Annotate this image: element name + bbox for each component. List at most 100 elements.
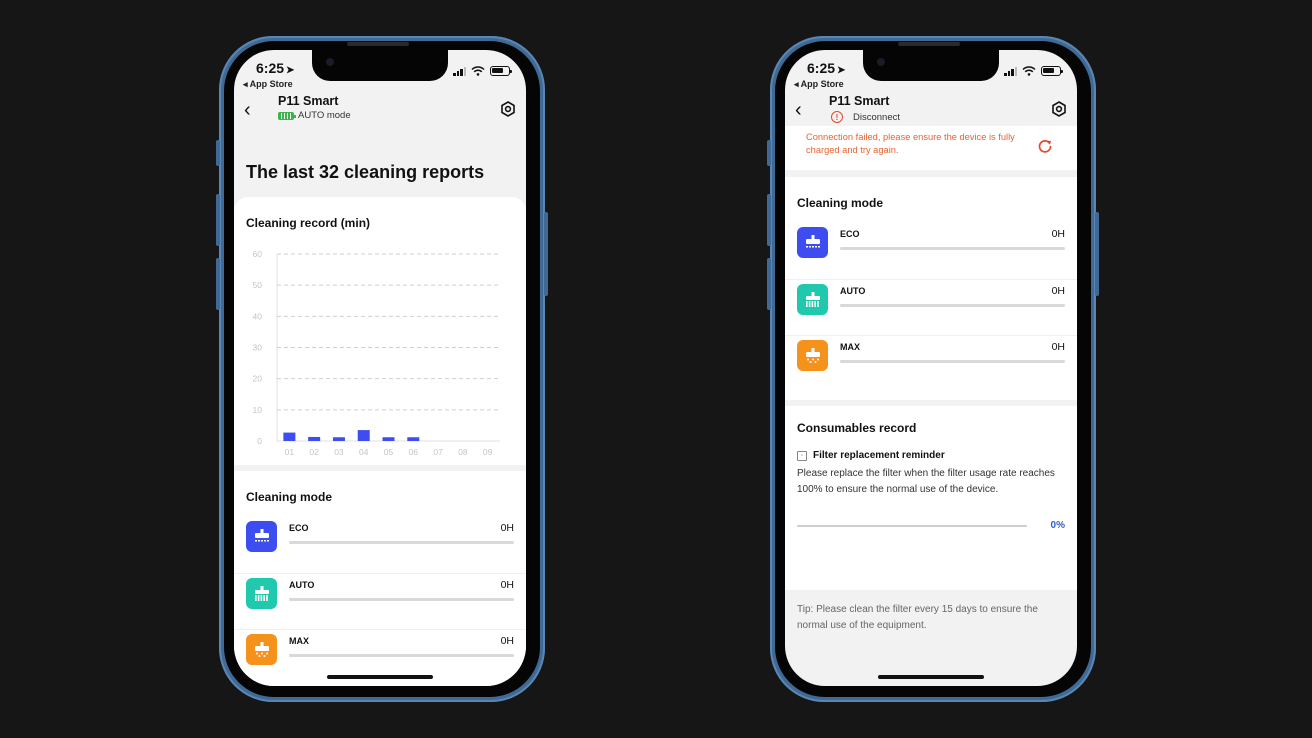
filter-icon: ▫ (797, 450, 807, 461)
device-status: ! Disconnect (831, 111, 900, 123)
eco-brush-icon (246, 521, 277, 552)
system-icons (1004, 66, 1063, 76)
nav-bar: ‹ P11 Smart AUTO mode (234, 94, 526, 128)
mode-progress-bar (840, 360, 1065, 363)
side-button-silent (767, 140, 771, 166)
x-tick-label: 06 (409, 447, 419, 457)
right-phone: 6:25 ➤ ◂ App Store ‹ P11 Smart ! Disconne… (767, 36, 1099, 702)
system-icons (453, 66, 512, 76)
status-time: 6:25 ➤ (256, 60, 294, 76)
back-to-app-store[interactable]: ◂ App Store (794, 79, 844, 90)
device-title: P11 Smart (829, 94, 890, 108)
max-brush-icon (797, 340, 828, 371)
x-tick-label: 03 (334, 447, 344, 457)
mode-row-auto[interactable]: AUTO 0H (785, 279, 1077, 335)
cleaning-mode-card: Cleaning mode ECO 0H AUTO 0H MAX 0H (234, 471, 526, 686)
y-tick-label: 0 (257, 436, 262, 446)
device-mode-text: AUTO mode (298, 110, 351, 121)
mode-name: ECO (289, 523, 309, 533)
mode-progress-bar (289, 654, 514, 657)
signal-icon (453, 66, 466, 76)
speaker (347, 42, 409, 46)
back-chevron-icon[interactable]: ‹ (244, 100, 260, 120)
mode-row-max[interactable]: MAX 0H (785, 335, 1077, 391)
mode-name: AUTO (289, 580, 315, 590)
left-phone: 6:25 ➤ ◂ App Store ‹ P11 Smart AUTO mode … (216, 36, 548, 702)
mode-value: 0H (500, 522, 514, 534)
bar-05 (382, 437, 395, 441)
side-button-volume-down (216, 258, 220, 310)
mode-row-eco[interactable]: ECO 0H (234, 517, 526, 573)
mode-name: MAX (289, 636, 309, 646)
back-chevron-icon[interactable]: ‹ (795, 100, 811, 120)
side-button-volume-up (216, 194, 220, 246)
y-tick-label: 20 (253, 374, 263, 384)
home-indicator[interactable] (878, 675, 984, 679)
wifi-icon (471, 66, 485, 76)
left-screen: 6:25 ➤ ◂ App Store ‹ P11 Smart AUTO mode … (234, 50, 526, 686)
device-status-text: Disconnect (853, 111, 900, 123)
bar-06 (407, 437, 420, 441)
camera (877, 58, 885, 66)
connection-alert: Connection failed, please ensure the dev… (785, 126, 1077, 170)
y-tick-label: 50 (253, 280, 263, 290)
side-button-volume-up (767, 194, 771, 246)
cleaning-mode-title: Cleaning mode (797, 196, 884, 210)
battery-icon (490, 66, 512, 76)
time-text: 6:25 (807, 60, 836, 76)
mode-value: 0H (1051, 228, 1065, 240)
warning-icon: ! (831, 111, 843, 123)
camera (326, 58, 334, 66)
battery-icon (1041, 66, 1063, 76)
device-title: P11 Smart (278, 94, 339, 108)
x-tick-label: 05 (384, 447, 394, 457)
settings-icon[interactable] (500, 101, 516, 117)
y-tick-label: 30 (253, 343, 263, 353)
status-time: 6:25 ➤ (807, 60, 845, 76)
side-button-power (1095, 212, 1099, 296)
side-button-power (544, 212, 548, 296)
back-to-app-store[interactable]: ◂ App Store (243, 79, 293, 90)
filter-description: Please replace the filter when the filte… (797, 468, 1055, 495)
device-status: AUTO mode (278, 110, 351, 121)
settings-icon[interactable] (1051, 101, 1067, 117)
mode-name: AUTO (840, 286, 866, 296)
filter-tip: Tip: Please clean the filter every 15 da… (797, 604, 1038, 631)
wifi-icon (1022, 66, 1036, 76)
location-arrow-icon: ➤ (837, 65, 846, 76)
side-button-silent (216, 140, 220, 166)
x-tick-label: 02 (309, 447, 319, 457)
chart-card: Cleaning record (min) 0 10 20 30 40 50 60 01 02 0… (234, 197, 526, 465)
bar-03 (332, 437, 345, 441)
filter-usage-bar (797, 525, 1027, 527)
cleaning-mode-card: Cleaning mode ECO 0H AUTO 0H MAX 0H (785, 177, 1077, 400)
mode-name: ECO (840, 229, 860, 239)
mode-progress-bar (840, 247, 1065, 250)
filter-title: Filter replacement reminder (813, 450, 945, 461)
x-tick-label: 04 (359, 447, 369, 457)
mode-value: 0H (500, 579, 514, 591)
cleaning-mode-title: Cleaning mode (246, 490, 333, 504)
auto-brush-icon (797, 284, 828, 315)
x-tick-label: 08 (458, 447, 468, 457)
consumables-card: Consumables record ▫ Filter replacement … (785, 406, 1077, 590)
refresh-icon[interactable] (1037, 138, 1053, 154)
location-arrow-icon: ➤ (286, 65, 295, 76)
mode-row-eco[interactable]: ECO 0H (785, 223, 1077, 279)
filter-reminder-header: ▫ Filter replacement reminder (797, 450, 945, 461)
speaker (898, 42, 960, 46)
signal-icon (1004, 66, 1017, 76)
time-text: 6:25 (256, 60, 285, 76)
mode-progress-bar (289, 541, 514, 544)
bar-04 (357, 430, 370, 441)
cleaning-record-chart: 0 10 20 30 40 50 60 01 02 03 04 05 06 07 08 09 (253, 249, 500, 457)
side-button-volume-down (767, 258, 771, 310)
mode-value: 0H (1051, 285, 1065, 297)
mode-row-auto[interactable]: AUTO 0H (234, 573, 526, 629)
battery-full-icon (278, 111, 296, 120)
x-tick-label: 01 (285, 447, 295, 457)
home-indicator[interactable] (327, 675, 433, 679)
mode-value: 0H (1051, 341, 1065, 353)
bar-01 (283, 432, 296, 441)
y-tick-label: 10 (253, 405, 263, 415)
